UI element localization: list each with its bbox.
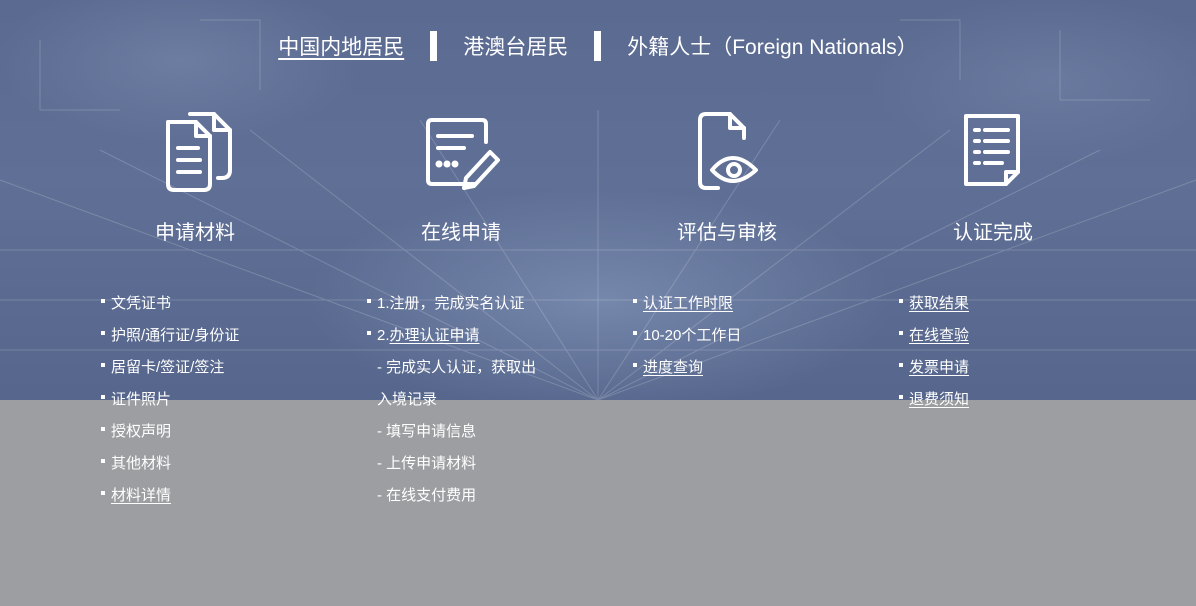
list-item: 获取结果 — [899, 288, 969, 320]
tab-separator — [430, 31, 438, 61]
online-application-list: 1.注册，完成实名认证 2.办理认证申请 - 完成实人认证，获取出 入境记录 -… — [367, 288, 536, 512]
list-item: 进度查询 — [633, 352, 741, 384]
step-title: 申请材料 — [155, 222, 235, 244]
apply-certification-link[interactable]: 办理认证申请 — [390, 327, 480, 344]
tab-foreign-nationals[interactable]: 外籍人士（Foreign Nationals） — [625, 31, 920, 61]
list-item: 材料详情 — [101, 480, 239, 512]
list-item: 文凭证书 — [101, 288, 239, 320]
progress-query-link[interactable]: 进度查询 — [643, 359, 703, 376]
list-item: 10-20个工作日 — [633, 320, 741, 352]
refund-notice-link[interactable]: 退费须知 — [909, 391, 969, 408]
list-item: 在线查验 — [899, 320, 969, 352]
document-review-icon — [698, 112, 758, 190]
materials-details-link[interactable]: 材料详情 — [111, 487, 171, 504]
step-online-application: 在线申请 — [361, 108, 561, 245]
invoice-request-link[interactable]: 发票申请 — [909, 359, 969, 376]
work-time-limit-link[interactable]: 认证工作时限 — [643, 295, 733, 312]
step-title: 在线申请 — [421, 222, 501, 244]
documents-icon — [166, 112, 232, 192]
list-item: 退费须知 — [899, 384, 969, 416]
sub-item: - 完成实人认证，获取出 — [377, 359, 537, 376]
checklist-icon — [964, 114, 1020, 186]
tab-hk-macao-taiwan-residents[interactable]: 港澳台居民 — [461, 31, 570, 61]
materials-list: 文凭证书 护照/通行证/身份证 居留卡/签证/签注 证件照片 授权声明 其他材料… — [101, 288, 239, 512]
list-item: 授权声明 — [101, 416, 239, 448]
list-item: 发票申请 — [899, 352, 969, 384]
step-title: 评估与审核 — [677, 222, 777, 244]
step-evaluation-review: 评估与审核 — [627, 108, 827, 245]
list-item: 1.注册，完成实名认证 — [367, 288, 536, 320]
step-title: 认证完成 — [953, 222, 1033, 244]
step-certification-complete: 认证完成 — [893, 108, 1093, 245]
sub-item: - 在线支付费用 — [377, 487, 477, 504]
sub-item: 入境记录 — [377, 391, 438, 408]
sub-item: - 上传申请材料 — [377, 455, 477, 472]
form-edit-icon — [426, 118, 500, 190]
list-item: 2.办理认证申请 — [367, 320, 536, 352]
sub-item: - 填写申请信息 — [377, 423, 477, 440]
get-results-link[interactable]: 获取结果 — [909, 295, 969, 312]
tab-mainland-residents[interactable]: 中国内地居民 — [276, 31, 406, 61]
resident-type-tabs: 中国内地居民 港澳台居民 外籍人士（Foreign Nationals） — [0, 30, 1196, 62]
step-application-materials: 申请材料 — [95, 108, 295, 245]
online-verification-link[interactable]: 在线查验 — [909, 327, 969, 344]
list-item: 护照/通行证/身份证 — [101, 320, 239, 352]
review-list: 认证工作时限 10-20个工作日 进度查询 — [633, 288, 741, 384]
list-item: 认证工作时限 — [633, 288, 741, 320]
list-item: 证件照片 — [101, 384, 239, 416]
list-item: 其他材料 — [101, 448, 239, 480]
completion-list: 获取结果 在线查验 发票申请 退费须知 — [899, 288, 969, 416]
list-item: 居留卡/签证/签注 — [101, 352, 239, 384]
tab-separator — [594, 31, 602, 61]
